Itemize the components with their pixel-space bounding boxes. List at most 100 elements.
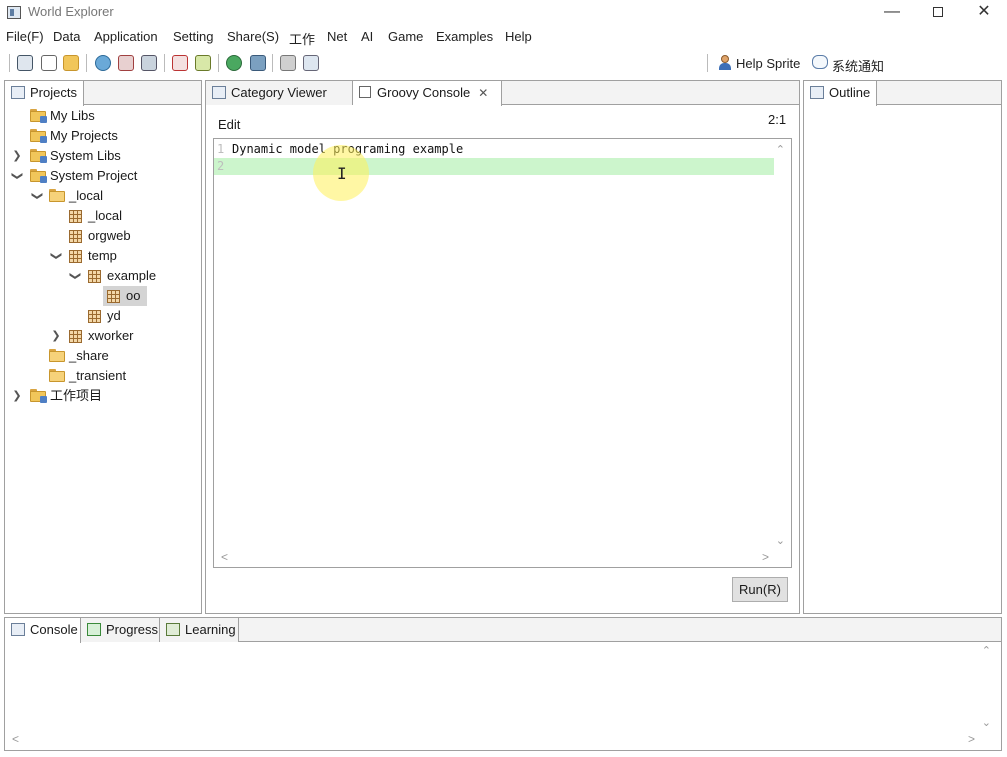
chevron-right-icon[interactable]: ❯ [12,386,22,406]
tab-projects[interactable]: Projects [5,81,84,106]
tab-groovy-console[interactable]: Groovy Console ✕ [353,81,502,106]
tree-item-example[interactable]: ❯ example [5,266,201,286]
tree-item-my-projects[interactable]: My Projects [5,126,201,146]
package-icon [69,250,82,263]
menu-setting[interactable]: Setting [173,29,213,44]
console-tab-icon [359,86,371,98]
progress-icon [87,623,101,636]
scroll-right-icon[interactable]: > [968,732,975,746]
maximize-icon [933,7,943,17]
document-icon[interactable] [303,55,319,71]
folder-icon [30,109,47,123]
tree-item-system-project[interactable]: ❯ System Project [5,166,201,186]
menu-ai[interactable]: AI [361,29,373,44]
menu-game[interactable]: Game [388,29,423,44]
chevron-down-icon[interactable]: ❯ [46,251,66,261]
tree-item-yd[interactable]: yd [5,306,201,326]
tree-item-temp[interactable]: ❯ temp [5,246,201,266]
close-tab-icon[interactable]: ✕ [478,81,488,105]
pdf-icon[interactable] [172,55,188,71]
home-icon[interactable] [17,55,33,71]
tree-item-label: xworker [88,328,134,343]
chevron-down-icon[interactable]: ❯ [27,191,47,201]
monitor-icon[interactable] [141,55,157,71]
tree-item-local-folder[interactable]: ❯ _local [5,186,201,206]
app-icon [7,6,21,19]
line-number: 2 [217,159,225,173]
scroll-down-icon[interactable]: ⌄ [776,534,785,547]
chevron-right-icon[interactable]: ❯ [51,326,61,346]
menu-share[interactable]: Share(S) [227,29,279,44]
menu-work[interactable]: 工作 [289,29,315,48]
menu-net[interactable]: Net [327,29,347,44]
network-monitor-icon[interactable] [250,55,266,71]
tree-item-xworker[interactable]: ❯ xworker [5,326,201,346]
tool-icon[interactable] [195,55,211,71]
tab-outline[interactable]: Outline [804,81,878,106]
menu-file[interactable]: File(F) [6,29,44,44]
menu-examples[interactable]: Examples [436,29,493,44]
tree-item-share[interactable]: _share [5,346,201,366]
tab-console[interactable]: Console [5,618,81,643]
edit-label: Edit [218,117,241,132]
toolbar-separator [272,54,273,72]
system-notice-button[interactable]: 系统通知 [832,56,884,75]
tab-outline-label: Outline [829,85,871,100]
tree-item-work-projects[interactable]: ❯ 工作项目 [5,386,201,406]
scroll-left-icon[interactable]: < [221,550,228,564]
menu-data[interactable]: Data [53,29,80,44]
tree-item-oo[interactable]: oo [5,286,201,306]
minimize-button[interactable]: — [869,0,915,26]
tab-learning[interactable]: Learning [160,618,239,642]
refresh-icon[interactable] [95,55,111,71]
tree-item-orgweb[interactable]: orgweb [5,226,201,246]
run-button[interactable]: Run(R) [732,577,788,602]
open-folder-icon [49,189,65,202]
cursor-position: 2:1 [768,112,787,127]
chat-icon [812,55,828,69]
menu-help[interactable]: Help [505,29,532,44]
tree-item-local-package[interactable]: _local [5,206,201,226]
tree-item-transient[interactable]: _transient [5,366,201,386]
toolbar-separator [86,54,87,72]
new-file-icon[interactable] [41,55,57,71]
tab-groovy-console-label: Groovy Console [377,85,471,100]
tree-item-system-libs[interactable]: ❯ System Libs [5,146,201,166]
tree-item-label: _local [69,188,103,203]
open-folder-icon[interactable] [63,55,79,71]
tree-item-label: _transient [69,368,127,383]
tree-item-label: System Project [50,168,138,183]
tree-item-label: _share [69,348,109,363]
title-bar: World Explorer — ✕ [0,0,1007,26]
tree-item-label: oo [126,288,141,303]
globe-icon[interactable] [226,55,242,71]
scroll-left-icon[interactable]: < [12,732,19,746]
editor-tabstrip: Category Viewer Groovy Console ✕ [206,81,799,106]
console-tabstrip: Console Progress Learning [5,618,1001,643]
tab-category-viewer[interactable]: Category Viewer [206,81,353,105]
tab-progress[interactable]: Progress [81,618,160,642]
settings-icon[interactable] [280,55,296,71]
package-icon [69,330,82,343]
chevron-down-icon[interactable]: ❯ [7,171,27,181]
scroll-right-icon[interactable]: > [762,550,769,564]
tab-projects-label: Projects [30,85,77,100]
tree-item-label: My Projects [50,128,118,143]
code-line-current[interactable]: 2 [214,158,774,175]
chevron-right-icon[interactable]: ❯ [12,146,22,166]
scroll-down-icon[interactable]: ⌄ [982,716,991,729]
open-folder-icon [49,349,65,362]
tree-item-my-libs[interactable]: My Libs [5,106,201,126]
chevron-down-icon[interactable]: ❯ [65,271,85,281]
help-sprite-button[interactable]: Help Sprite [736,56,800,71]
code-editor[interactable]: 1 Dynamic model programing example 2 ⌃ ⌄… [213,138,792,568]
console-panel: Console Progress Learning ⌃ ⌄ < > [4,617,1002,751]
tree-item-label: _local [88,208,122,223]
scroll-up-icon[interactable]: ⌃ [776,143,785,156]
close-button[interactable]: ✕ [961,0,1007,26]
code-line[interactable]: 1 Dynamic model programing example [214,141,774,158]
scroll-up-icon[interactable]: ⌃ [982,644,991,657]
image-icon[interactable] [118,55,134,71]
menu-application[interactable]: Application [94,29,158,44]
maximize-button[interactable] [915,0,961,26]
